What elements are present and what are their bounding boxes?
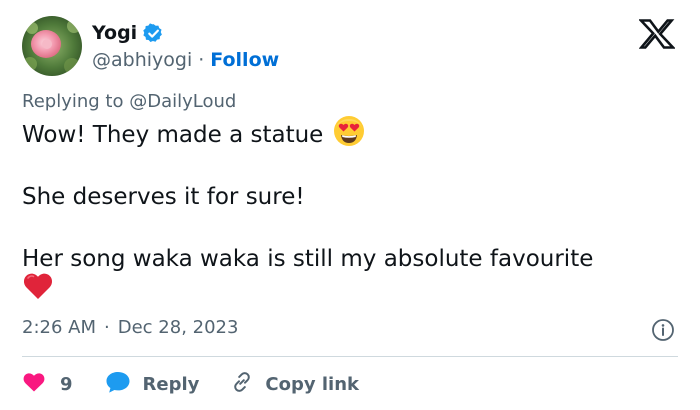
tweet-time: 2:26 AM bbox=[22, 317, 96, 338]
red-heart-emoji bbox=[22, 271, 54, 310]
copy-link-button[interactable]: Copy link bbox=[229, 369, 359, 399]
verified-badge-icon bbox=[143, 22, 164, 44]
tweet-line: She deserves it for sure! bbox=[22, 182, 672, 213]
reply-label: Reply bbox=[142, 373, 200, 395]
tweet-text: Wow! They made a statue She deserves it … bbox=[22, 116, 672, 306]
tweet-date: Dec 28, 2023 bbox=[117, 317, 239, 338]
reply-button[interactable]: Reply bbox=[105, 369, 200, 399]
divider bbox=[22, 356, 678, 357]
separator-dot: · bbox=[198, 49, 205, 71]
x-logo-icon[interactable] bbox=[637, 19, 677, 49]
name-row: Yogi bbox=[92, 20, 279, 46]
reply-context: Replying to @DailyLoud bbox=[22, 91, 236, 112]
replying-to-label: Replying to bbox=[22, 91, 124, 112]
tweet-line-2: She deserves it for sure! bbox=[22, 184, 305, 210]
tweet-line bbox=[22, 273, 672, 306]
handle[interactable]: @abhiyogi bbox=[92, 49, 192, 71]
timestamp[interactable]: 2:26 AM · Dec 28, 2023 bbox=[22, 317, 238, 338]
tweet-card: Yogi @abhiyogi · Follow Replying to @Dai… bbox=[0, 0, 700, 410]
heart-icon bbox=[22, 371, 46, 398]
follow-button[interactable]: Follow bbox=[210, 49, 279, 71]
copy-link-label: Copy link bbox=[265, 373, 359, 395]
tweet-line: Wow! They made a statue bbox=[22, 116, 672, 151]
handle-row: @abhiyogi · Follow bbox=[92, 46, 279, 74]
heart-eyes-emoji bbox=[333, 115, 365, 156]
like-button[interactable]: 9 bbox=[22, 369, 73, 399]
display-name[interactable]: Yogi bbox=[92, 22, 137, 44]
action-bar: 9 Reply Copy link bbox=[22, 369, 359, 399]
tweet-line-3: Her song waka waka is still my absolute … bbox=[22, 246, 594, 272]
link-icon bbox=[229, 369, 255, 400]
tweet-line: Her song waka waka is still my absolute … bbox=[22, 244, 672, 275]
tweet-line-1: Wow! They made a statue bbox=[22, 122, 324, 148]
separator-dot: · bbox=[104, 317, 110, 338]
mention-link[interactable]: @DailyLoud bbox=[129, 91, 236, 112]
author-info: Yogi @abhiyogi · Follow bbox=[92, 20, 279, 74]
info-icon[interactable] bbox=[651, 318, 675, 342]
avatar[interactable] bbox=[22, 16, 82, 76]
like-count: 9 bbox=[60, 373, 73, 395]
speech-bubble-icon bbox=[105, 370, 131, 399]
